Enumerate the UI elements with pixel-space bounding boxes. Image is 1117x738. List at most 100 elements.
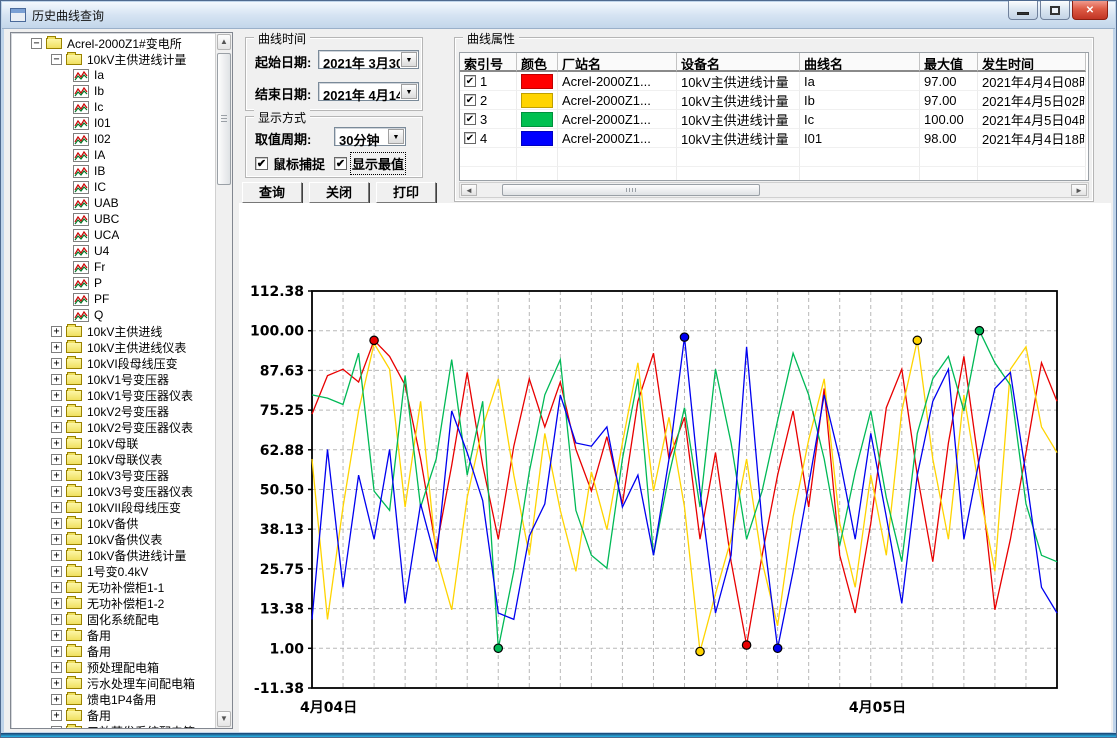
show-extremes-checkbox[interactable]: ✔ (334, 157, 347, 170)
tree-item[interactable]: +三效蒸发系统配电箱 (11, 723, 215, 728)
tree-item[interactable]: IA (11, 147, 215, 163)
expand-icon[interactable]: + (51, 342, 62, 353)
scroll-down-arrow[interactable]: ▼ (217, 711, 231, 727)
table-row[interactable]: ✔3Acrel-2000Z1...10kV主供进线计量Ic100.002021年… (460, 110, 1088, 129)
tree-item[interactable]: +无功补偿柜1-2 (11, 595, 215, 611)
table-column-header[interactable]: 厂站名 (558, 53, 677, 72)
scroll-right-arrow[interactable]: ► (1071, 184, 1087, 196)
tree-item[interactable]: +馈电1P4备用 (11, 691, 215, 707)
period-dropdown-arrow[interactable]: ▼ (388, 129, 404, 144)
table-horizontal-scrollbar[interactable]: ◄ ► (459, 182, 1089, 198)
expand-icon[interactable]: + (51, 486, 62, 497)
table-scrollbar-thumb[interactable] (502, 184, 760, 196)
expand-icon[interactable]: + (51, 374, 62, 385)
expand-icon[interactable]: + (51, 550, 62, 561)
row-visibility-checkbox[interactable]: ✔ (464, 75, 476, 87)
tree-item[interactable]: +10kV主供进线 (11, 323, 215, 339)
tree-item[interactable]: +1号变0.4kV (11, 563, 215, 579)
start-date-select[interactable]: 2021年 3月30 ▼ (318, 50, 419, 69)
tree-scrollbar-thumb[interactable] (217, 53, 231, 185)
expand-icon[interactable]: + (51, 406, 62, 417)
expand-icon[interactable]: + (51, 646, 62, 657)
expand-icon[interactable]: + (51, 598, 62, 609)
tree-item[interactable]: +10kVII段母线压变 (11, 499, 215, 515)
expand-icon[interactable]: + (51, 422, 62, 433)
expand-icon[interactable]: + (51, 566, 62, 577)
tree-item[interactable]: +10kV3号变压器仪表 (11, 483, 215, 499)
tree-item[interactable]: UBC (11, 211, 215, 227)
tree-item[interactable]: +无功补偿柜1-1 (11, 579, 215, 595)
tree-item[interactable]: IC (11, 179, 215, 195)
close-dialog-button[interactable]: 关闭 (309, 182, 369, 203)
tree-item[interactable]: +10kV备供进线计量 (11, 547, 215, 563)
tree-item[interactable]: +10kV主供进线仪表 (11, 339, 215, 355)
tree-item[interactable]: +10kVI段母线压变 (11, 355, 215, 371)
expand-icon[interactable]: + (51, 326, 62, 337)
tree-item[interactable]: +10kV2号变压器 (11, 403, 215, 419)
tree-item[interactable]: +备用 (11, 643, 215, 659)
table-column-header[interactable]: 颜色 (517, 53, 558, 72)
end-date-dropdown-arrow[interactable]: ▼ (401, 84, 417, 99)
table-row[interactable]: ✔2Acrel-2000Z1...10kV主供进线计量Ib97.002021年4… (460, 91, 1088, 110)
table-column-header[interactable]: 最大值 (920, 53, 978, 72)
tree-item[interactable]: IB (11, 163, 215, 179)
tree-item[interactable]: +10kV1号变压器 (11, 371, 215, 387)
expand-icon[interactable]: + (51, 726, 62, 729)
tree-item[interactable]: +预处理配电箱 (11, 659, 215, 675)
expand-icon[interactable]: + (51, 678, 62, 689)
expand-icon[interactable]: + (51, 710, 62, 721)
table-row[interactable]: ✔1Acrel-2000Z1...10kV主供进线计量Ia97.002021年4… (460, 72, 1088, 91)
tree-item[interactable]: −Acrel-2000Z1#变电所 (11, 35, 215, 51)
tree-item[interactable]: PF (11, 291, 215, 307)
tree-item[interactable]: +10kV母联 (11, 435, 215, 451)
tree-vertical-scrollbar[interactable]: ▲ ▼ (215, 33, 232, 728)
expand-icon[interactable]: + (51, 614, 62, 625)
tree-item[interactable]: Q (11, 307, 215, 323)
tree-item[interactable]: +10kV备供 (11, 515, 215, 531)
tree-item[interactable]: +10kV3号变压器 (11, 467, 215, 483)
tree-item[interactable]: +10kV1号变压器仪表 (11, 387, 215, 403)
scroll-up-arrow[interactable]: ▲ (217, 34, 231, 50)
expand-icon[interactable]: + (51, 470, 62, 481)
table-column-header[interactable]: 索引号 (460, 53, 517, 72)
expand-icon[interactable]: + (51, 518, 62, 529)
table-column-header[interactable]: 发生时间 (978, 53, 1086, 72)
tree-item[interactable]: +10kV母联仪表 (11, 451, 215, 467)
expand-icon[interactable]: + (51, 582, 62, 593)
scroll-left-arrow[interactable]: ◄ (461, 184, 477, 196)
tree-item[interactable]: +10kV2号变压器仪表 (11, 419, 215, 435)
tree-item[interactable]: +10kV备供仪表 (11, 531, 215, 547)
expand-icon[interactable]: + (51, 662, 62, 673)
tree-item[interactable]: P (11, 275, 215, 291)
expand-icon[interactable]: + (51, 454, 62, 465)
tree-item[interactable]: +固化系统配电 (11, 611, 215, 627)
expand-icon[interactable]: + (51, 358, 62, 369)
close-button[interactable]: ✕ (1072, 1, 1108, 20)
start-date-dropdown-arrow[interactable]: ▼ (401, 52, 417, 67)
row-visibility-checkbox[interactable]: ✔ (464, 113, 476, 125)
collapse-icon[interactable]: − (51, 54, 62, 65)
tree-item[interactable]: Fr (11, 259, 215, 275)
tree-item[interactable]: +备用 (11, 627, 215, 643)
table-column-header[interactable]: 设备名 (677, 53, 800, 72)
expand-icon[interactable]: + (51, 390, 62, 401)
expand-icon[interactable]: + (51, 534, 62, 545)
tree-item[interactable]: I02 (11, 131, 215, 147)
tree-item[interactable]: UAB (11, 195, 215, 211)
tree-item[interactable]: Ic (11, 99, 215, 115)
expand-icon[interactable]: + (51, 438, 62, 449)
tree-item[interactable]: Ib (11, 83, 215, 99)
tree-item[interactable]: +污水处理车间配电箱 (11, 675, 215, 691)
row-visibility-checkbox[interactable]: ✔ (464, 132, 476, 144)
collapse-icon[interactable]: − (31, 38, 42, 49)
tree-item[interactable]: U4 (11, 243, 215, 259)
table-row[interactable]: ✔4Acrel-2000Z1...10kV主供进线计量I0198.002021年… (460, 129, 1088, 148)
expand-icon[interactable]: + (51, 630, 62, 641)
maximize-button[interactable] (1040, 1, 1070, 20)
table-column-header[interactable]: 曲线名 (800, 53, 920, 72)
end-date-select[interactable]: 2021年 4月14 ▼ (318, 82, 419, 101)
print-button[interactable]: 打印 (376, 182, 436, 203)
period-select[interactable]: 30分钟 ▼ (334, 127, 406, 146)
tree-item[interactable]: Ia (11, 67, 215, 83)
tree-item[interactable]: −10kV主供进线计量 (11, 51, 215, 67)
